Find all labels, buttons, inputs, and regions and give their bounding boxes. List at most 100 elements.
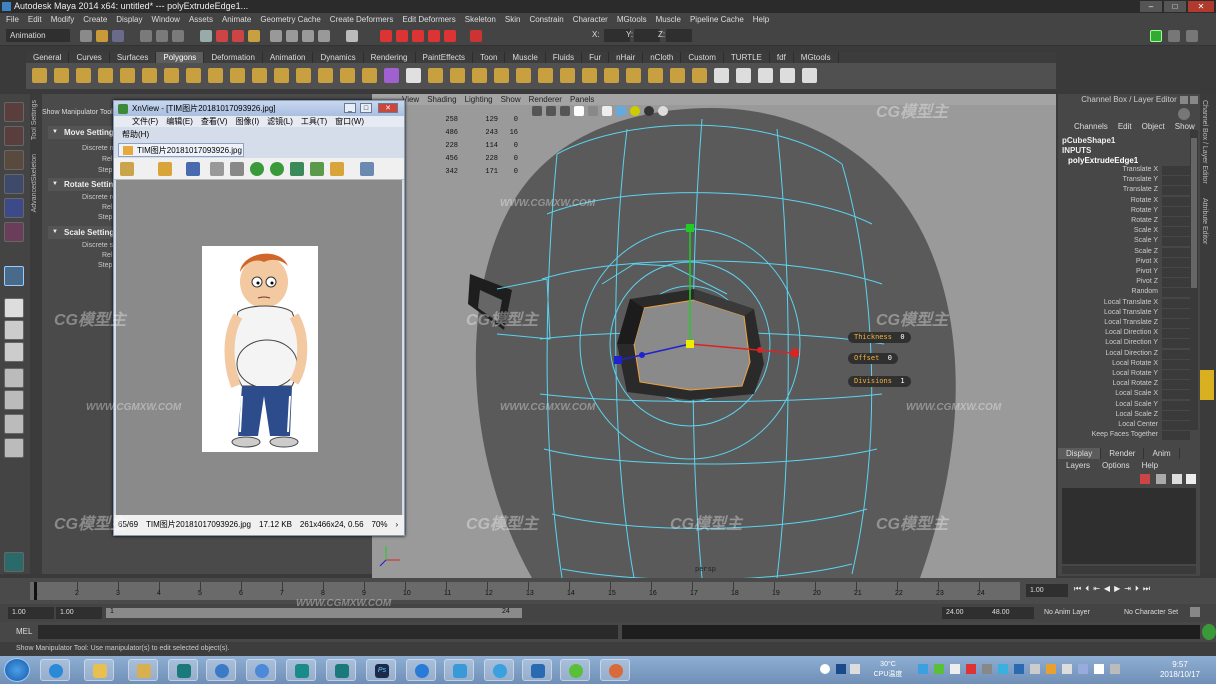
menu-edit-deformers[interactable]: Edit Deformers: [402, 13, 455, 26]
mental-ray-icon[interactable]: [4, 552, 24, 572]
attr-label[interactable]: Pivot Y: [1058, 268, 1158, 275]
panel-float-icon[interactable]: [1180, 96, 1188, 104]
shelf-tab-surfaces[interactable]: Surfaces: [110, 52, 157, 63]
taskbar-maya-c[interactable]: [326, 659, 356, 681]
snap-grid-icon[interactable]: [270, 30, 282, 42]
adjust-icon[interactable]: [290, 162, 304, 176]
status-chevron-icon[interactable]: ›: [396, 515, 399, 535]
viewport-menu-shading[interactable]: Shading: [427, 94, 456, 105]
textured-icon[interactable]: [616, 106, 626, 116]
open-folder-icon[interactable]: [158, 162, 172, 176]
shelf-tool-28-icon[interactable]: [626, 68, 641, 83]
shelf-tool-7-icon[interactable]: [164, 68, 179, 83]
xnview-menu-item[interactable]: 编辑(E): [166, 116, 193, 127]
attr-label[interactable]: Scale Z: [1058, 248, 1158, 255]
notification-badge-icon[interactable]: [1200, 370, 1214, 400]
menu-display[interactable]: Display: [116, 13, 142, 26]
scale-tool-icon[interactable]: [4, 222, 24, 242]
menu-file[interactable]: File: [6, 13, 19, 26]
shelf-tool-35-icon[interactable]: [780, 68, 795, 83]
shelf-tab-nhair[interactable]: nHair: [609, 52, 644, 63]
layer-tab-anim[interactable]: Anim: [1144, 448, 1180, 459]
filter-icon[interactable]: [310, 162, 324, 176]
attr-label[interactable]: Local Scale X: [1058, 390, 1158, 397]
attr-value-field[interactable]: [1162, 268, 1190, 277]
time-ruler[interactable]: 123456789101112131415161718192021222324: [30, 582, 1020, 600]
outliner-layout-icon[interactable]: [4, 438, 24, 458]
shelf-tab-deformation[interactable]: Deformation: [204, 52, 263, 63]
new-scene-icon[interactable]: [80, 30, 92, 42]
wireframe-on-shaded-icon[interactable]: [602, 106, 612, 116]
taskbar-k[interactable]: [406, 659, 436, 681]
xnview-image-tab[interactable]: TIM图片20181017093926.jpg: [118, 143, 244, 157]
taskbar-app[interactable]: [246, 659, 276, 681]
shelf-tab-toon[interactable]: Toon: [473, 52, 506, 63]
mask-face-icon[interactable]: [248, 30, 260, 42]
rotate-right-icon[interactable]: [270, 162, 284, 176]
attr-value-field[interactable]: [1162, 196, 1190, 206]
move-tool-icon[interactable]: [4, 174, 24, 194]
shelf-tool-25-icon[interactable]: [560, 68, 575, 83]
tab-channel-box[interactable]: Channel Box / Layer Editor: [1201, 100, 1208, 184]
tray-security-icon[interactable]: [966, 664, 976, 674]
divisions-hud[interactable]: Divisions 1: [848, 376, 911, 387]
shelf-tab-ncloth[interactable]: nCloth: [643, 52, 682, 63]
attr-value-field[interactable]: [1162, 206, 1190, 216]
shelf-tab-mgtools[interactable]: MGtools: [794, 52, 839, 63]
taskbar-photoshop[interactable]: Ps: [366, 659, 396, 681]
step-forward-icon[interactable]: ⏵: [1135, 584, 1139, 594]
layer-menu-help[interactable]: Help: [1142, 461, 1158, 470]
shelf-tool-18-icon[interactable]: [406, 68, 421, 83]
xnview-menu-item[interactable]: 滤镜(L): [267, 116, 293, 127]
menu-mgtools[interactable]: MGtools: [617, 13, 647, 26]
shelf-tool-21-icon[interactable]: [472, 68, 487, 83]
attr-label[interactable]: Random: [1058, 288, 1158, 295]
tray-speaker-icon[interactable]: [1062, 664, 1072, 674]
range-slider[interactable]: 1 24: [106, 608, 522, 618]
perspective-viewport[interactable]: View Shading Lighting Show Renderer Panels 25…: [372, 94, 1056, 578]
select-object-icon[interactable]: [156, 30, 168, 42]
shelf-tab-turtle[interactable]: TURTLE: [724, 52, 770, 63]
shelf-tab-general[interactable]: General: [26, 52, 70, 63]
xnview-menu-item[interactable]: 图像(I): [236, 116, 260, 127]
shelf-tool-27-icon[interactable]: [604, 68, 619, 83]
open-scene-icon[interactable]: [96, 30, 108, 42]
taskbar-ie[interactable]: [40, 659, 70, 681]
save-scene-icon[interactable]: [112, 30, 124, 42]
menu-window[interactable]: Window: [152, 13, 180, 26]
smooth-shade-icon[interactable]: [588, 106, 598, 116]
mel-label[interactable]: MEL: [16, 627, 32, 636]
shelf-tool-22-icon[interactable]: [494, 68, 509, 83]
layer-menu-layers[interactable]: Layers: [1066, 461, 1090, 470]
shelf-tool-24-icon[interactable]: [538, 68, 553, 83]
attr-label[interactable]: Local Rotate Z: [1058, 380, 1158, 387]
taskbar-mail[interactable]: [522, 659, 552, 681]
rotate-left-icon[interactable]: [250, 162, 264, 176]
layer-options-icon[interactable]: [1172, 474, 1182, 484]
attr-value-field[interactable]: [1162, 421, 1190, 430]
offset-hud[interactable]: Offset 0: [848, 353, 898, 364]
shelf-tool-3-icon[interactable]: [76, 68, 91, 83]
export-icon[interactable]: [330, 162, 344, 176]
attr-label[interactable]: Rotate Y: [1058, 207, 1158, 214]
taskbar-qq[interactable]: [484, 659, 514, 681]
playhead[interactable]: [34, 582, 37, 600]
shelf-tool-20-icon[interactable]: [450, 68, 465, 83]
channel-menu-edit[interactable]: Edit: [1118, 121, 1132, 132]
shelf-tool-16-icon[interactable]: [362, 68, 377, 83]
attr-value-field[interactable]: [1162, 400, 1190, 410]
attr-value-field[interactable]: [1162, 308, 1190, 318]
save-icon[interactable]: [186, 162, 200, 176]
attr-label[interactable]: Scale Y: [1058, 237, 1158, 244]
shelf-tab-polygons[interactable]: Polygons: [156, 52, 205, 63]
channel-menu-channels[interactable]: Channels: [1074, 121, 1108, 132]
undo-icon[interactable]: [210, 162, 224, 176]
z-field[interactable]: [666, 29, 692, 42]
attr-label[interactable]: Local Scale Z: [1058, 411, 1158, 418]
attr-value-field[interactable]: [1162, 370, 1190, 379]
browser-icon[interactable]: [120, 162, 134, 176]
shelf-tool-5-icon[interactable]: [120, 68, 135, 83]
thickness-hud[interactable]: Thickness 0: [848, 332, 911, 343]
menu-pipeline-cache[interactable]: Pipeline Cache: [690, 13, 744, 26]
attribute-editor-toggle-icon[interactable]: [1168, 30, 1180, 42]
